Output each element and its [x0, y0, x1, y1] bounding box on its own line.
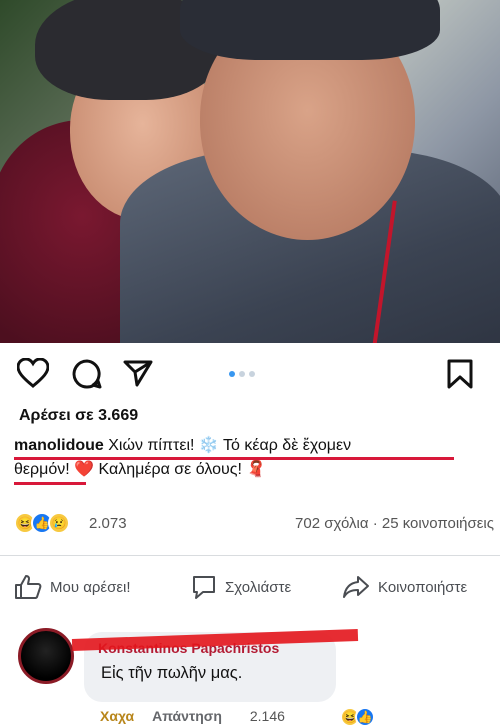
- comment-button[interactable]: Σχολιάστε: [191, 572, 291, 602]
- caption-text: θερμόν!: [14, 461, 70, 478]
- divider: [0, 555, 500, 556]
- comment-reaction-count[interactable]: 2.146: [250, 708, 285, 724]
- likes-count[interactable]: Αρέσει σε 3.669: [19, 407, 138, 425]
- reaction-summary: 😆 👍 😢 2.073 702 σχόλια · 25 κοινοποιήσει…: [14, 512, 494, 538]
- man-hat: [180, 0, 440, 60]
- caption-text: Καλημέρα σε όλους!: [94, 461, 247, 478]
- instagram-action-bar: [0, 356, 500, 392]
- caption-text: Τό κέαρ δὲ ἔχομεν: [218, 437, 352, 454]
- like-reaction-icon: 👍: [355, 707, 375, 727]
- avatar[interactable]: [18, 628, 74, 684]
- comment: Konstantinos Papachristos Εἰς τῆν πωλῆν …: [0, 620, 500, 728]
- thumbs-up-icon: [15, 575, 42, 599]
- comment-icon[interactable]: [72, 359, 102, 389]
- carousel-dot: [239, 371, 245, 377]
- reply-link[interactable]: Απάντηση: [152, 708, 222, 724]
- post-caption: manolidoue Χιών πίπτει! ❄️ Τό κέαρ δὲ ἔχ…: [14, 434, 494, 485]
- carousel-dot: [249, 371, 255, 377]
- red-underline: [14, 457, 454, 460]
- caption-text: Χιών πίπτει!: [103, 437, 199, 454]
- carousel-dots: [229, 371, 255, 377]
- sad-reaction-icon: 😢: [48, 512, 70, 534]
- share-button[interactable]: Κοινοποιήστε: [342, 572, 467, 602]
- red-underline: [14, 482, 86, 485]
- share-icon[interactable]: [123, 359, 153, 387]
- post-photo[interactable]: [0, 0, 500, 343]
- caption-username[interactable]: manolidoue: [14, 437, 104, 454]
- share-arrow-icon: [343, 576, 369, 598]
- reaction-count[interactable]: 2.073: [89, 515, 127, 532]
- carousel-dot-active: [229, 371, 235, 377]
- heart-emoji: ❤️: [74, 461, 95, 478]
- like-label: Μου αρέσει!: [50, 578, 131, 596]
- like-button[interactable]: Μου αρέσει!: [14, 572, 131, 602]
- facebook-action-bar: Μου αρέσει! Σχολιάστε Κοινοποιήστε: [0, 572, 500, 606]
- reaction-icons[interactable]: 😆 👍 😢: [14, 512, 70, 534]
- haha-link[interactable]: Χαχα: [100, 708, 134, 724]
- comments-shares-count[interactable]: 702 σχόλια · 25 κοινοποιήσεις: [295, 515, 494, 532]
- comment-reactions[interactable]: 😆 👍: [340, 707, 375, 727]
- share-label: Κοινοποιήστε: [378, 578, 468, 596]
- snowflake-emoji: ❄️: [198, 437, 219, 454]
- comment-bubble-icon: [193, 576, 215, 599]
- heart-icon[interactable]: [17, 358, 49, 388]
- bookmark-icon[interactable]: [447, 359, 473, 389]
- comment-text: Εἰς τῆν πωλῆν μας.: [101, 664, 243, 682]
- comment-label: Σχολιάστε: [225, 578, 292, 596]
- scarf-emoji: 🧣: [246, 461, 267, 478]
